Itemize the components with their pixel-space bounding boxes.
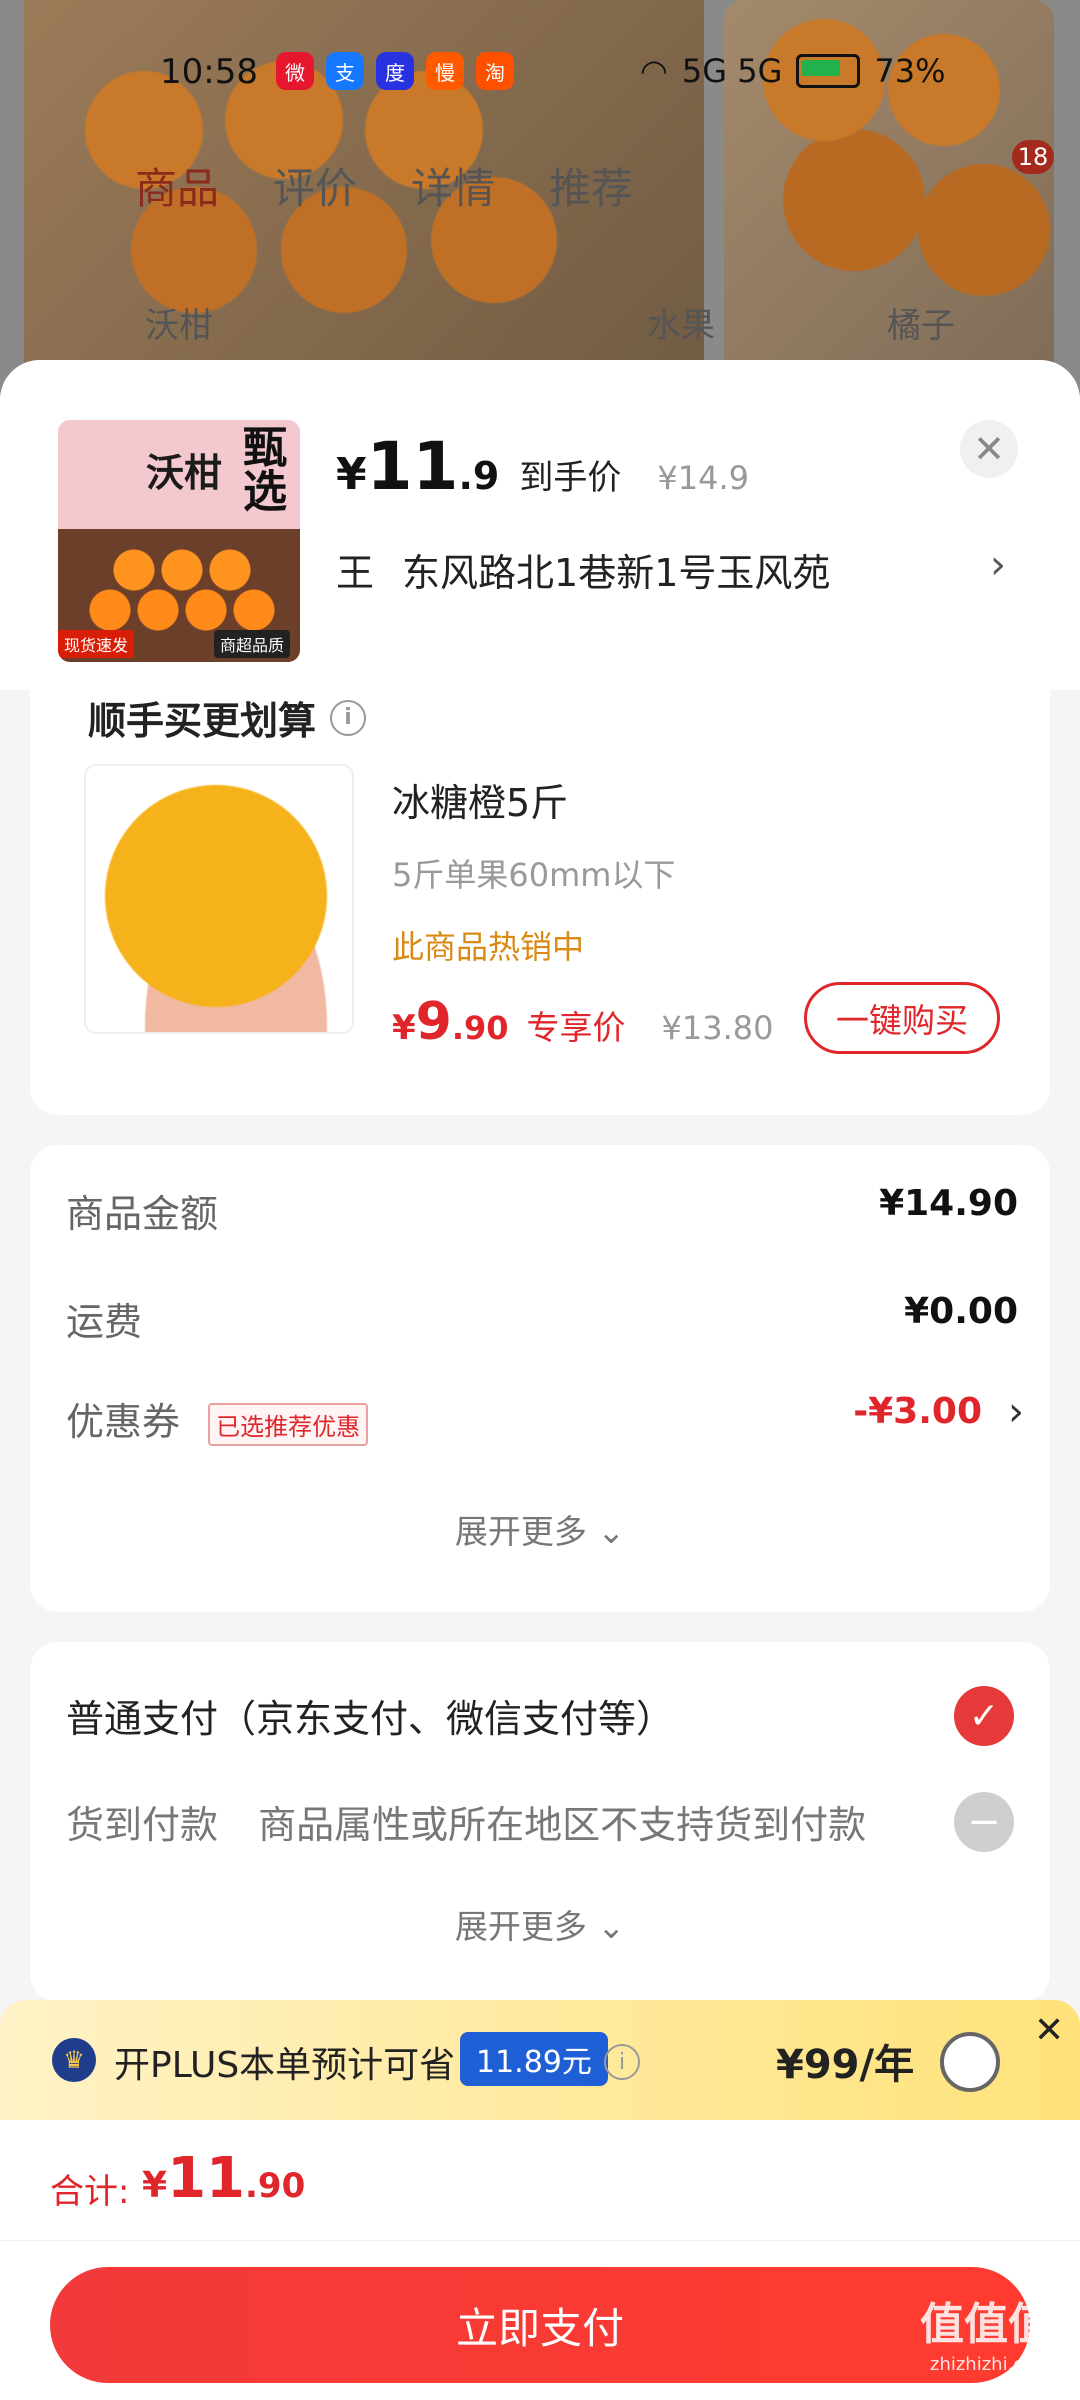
goods-amount-value: ¥14.90 [879,1183,1018,1224]
expand-more-text: 展开更多 [454,1907,587,1946]
price-label: 到手价 [519,458,622,498]
upsell-product-spec: 5斤单果60mm以下 [392,856,676,894]
product-thumbnail: 沃柑 甄选 现货速发 商超品质 [58,420,300,662]
close-icon: ✕ [973,427,1005,471]
upsell-price-symbol: ¥ [392,1008,416,1048]
upsell-product-image[interactable] [84,764,354,1034]
watermark-logo: 值值值 [920,2299,1052,2350]
upsell-price-integer: 9 [415,992,452,1052]
taobao-icon: 淘 [476,52,514,90]
close-icon[interactable]: ✕ [1034,2010,1064,2051]
crown-icon: ♛ [52,2038,96,2082]
recipient-name: 王 [336,551,375,595]
goods-amount-row: 商品金额 ¥14.90 [66,1183,1018,1238]
sheet-header: 沃柑 甄选 现货速发 商超品质 ¥ 11 .9 到手价 ¥14.9 ✕ 王 东风… [0,360,1080,690]
plus-price: ¥99/年 [776,2042,915,2088]
watermark-url: zhizhizhi.com [930,2354,1052,2375]
status-indicators: ◠ 5G 5G 73% [640,52,946,90]
total-price: ¥ 11 .90 [142,2146,305,2211]
total-label: 合计: [50,2172,130,2212]
total-price-decimal: .90 [245,2166,306,2206]
coupon-row[interactable]: 优惠券 已选推荐优惠 -¥3.00 › [66,1389,1024,1446]
thumb-tag: 商超品质 [213,630,290,658]
shipping-label: 运费 [66,1300,143,1344]
upsell-title-text: 顺手买更划算 [88,699,317,743]
upsell-card: 顺手买更划算 i 冰糖橙5斤 5斤单果60mm以下 此商品热销中 ¥ 9 .90… [30,690,1050,1115]
cod-label: 货到付款 [66,1803,219,1847]
battery-percent: 73% [874,52,946,90]
background-tabs: 商品 评价 详情 推荐 [135,155,633,216]
chevron-down-icon: ⌄ [597,1512,626,1551]
bg-tab-recommend: 推荐 [549,164,634,213]
summary-expand-more[interactable]: 展开更多 ⌄ [30,1505,1050,1553]
upsell-title: 顺手买更划算 i [88,690,367,745]
info-icon[interactable]: i [330,699,367,736]
coupon-selected-tag: 已选推荐优惠 [208,1403,369,1446]
payment-cod-option: 货到付款 商品属性或所在地区不支持货到付款 [66,1794,866,1849]
upsell-product-name[interactable]: 冰糖橙5斤 [392,772,568,827]
upsell-price: ¥ 9 .90 专享价 ¥13.80 [392,992,774,1052]
price-symbol: ¥ [336,449,367,500]
upsell-price-decimal: .90 [451,1009,509,1047]
checkout-sheet: 沃柑 甄选 现货速发 商超品质 ¥ 11 .9 到手价 ¥14.9 ✕ 王 东风… [0,360,1080,2400]
disabled-minus-icon: − [954,1792,1014,1852]
status-time: 10:58 [160,52,258,92]
chevron-right-icon: › [1008,1389,1024,1435]
payment-method-card: 普通支付（京东支付、微信支付等） ✓ 货到付款 商品属性或所在地区不支持货到付款… [30,1642,1050,2002]
shipping-row: 运费 ¥0.00 [66,1291,1018,1346]
cod-note: 商品属性或所在地区不支持货到付款 [258,1803,867,1847]
chevron-right-icon: › [990,542,1006,588]
plus-save-amount: 11.89元 [460,2032,608,2086]
coupon-value: -¥3.00 [853,1391,982,1432]
price-integer: 11 [366,428,459,505]
upsell-original-price: ¥13.80 [661,1009,774,1047]
payment-expand-more[interactable]: 展开更多 ⌄ [30,1900,1050,1948]
coupon-label: 优惠券 [66,1400,181,1444]
weibo-icon: 微 [276,52,314,90]
battery-icon [796,54,861,88]
thumb-pick: 甄选 [235,424,286,512]
alipay-icon: 支 [326,52,364,90]
address-selector[interactable]: 王 东风路北1巷新1号玉风苑 › [336,542,1036,597]
upsell-hot-label: 此商品热销中 [392,928,585,966]
payment-normal-option[interactable]: 普通支付（京东支付、微信支付等） [66,1688,674,1743]
product-price: ¥ 11 .9 到手价 ¥14.9 [336,428,749,505]
app-icon: 慢 [426,52,464,90]
plus-promo-text: 开PLUS本单预计可省 [114,2045,456,2086]
goods-amount-label: 商品金额 [66,1192,219,1236]
bg-tab-reviews: 评价 [273,164,358,213]
thumb-title: 沃柑 [146,451,223,495]
bottom-action-area: 立即支付 [0,2240,1080,2400]
checkmark-icon[interactable]: ✓ [954,1686,1014,1746]
bg-category: 沃柑 [145,306,213,346]
thumb-tag-left: 现货速发 [58,630,135,658]
total-price-symbol: ¥ [142,2165,168,2206]
total-price-integer: 11 [167,2146,245,2211]
plus-radio-button[interactable] [940,2032,1000,2092]
cart-count-badge: 18 [1012,140,1054,174]
signal-icon: 5G 5G [681,52,783,90]
upsell-price-label: 专享价 [526,1008,626,1047]
close-button[interactable]: ✕ [960,420,1018,478]
address-detail: 东风路北1巷新1号玉风苑 [402,551,831,595]
shipping-value: ¥0.00 [904,1291,1018,1332]
bg-category: 水果 [647,306,715,346]
one-click-buy-button[interactable]: 一键购买 [804,982,1000,1054]
original-price: ¥14.9 [657,459,749,497]
order-summary-card: 商品金额 ¥14.90 运费 ¥0.00 优惠券 已选推荐优惠 -¥3.00 ›… [30,1145,1050,1612]
status-app-icons: 微 支 度 慢 淘 [276,52,514,90]
bg-tab-details: 详情 [411,164,496,213]
pay-now-button[interactable]: 立即支付 [50,2267,1030,2383]
bg-tab-goods: 商品 [135,164,220,213]
total-bar: 合计: ¥ 11 .90 [0,2120,1080,2240]
wifi-icon: ◠ [640,52,668,90]
price-decimal: .9 [458,454,500,498]
expand-more-text: 展开更多 [454,1512,587,1551]
plus-promo-bar[interactable]: ♛ 开PLUS本单预计可省 11.89元 i ¥99/年 ✕ [0,2000,1080,2120]
info-icon[interactable]: i [604,2044,640,2080]
baidu-icon: 度 [376,52,414,90]
bg-category: 橘子 [887,306,955,346]
chevron-down-icon: ⌄ [597,1907,626,1946]
status-bar: 10:58 微 支 度 慢 淘 ◠ 5G 5G 73% [0,40,1080,104]
